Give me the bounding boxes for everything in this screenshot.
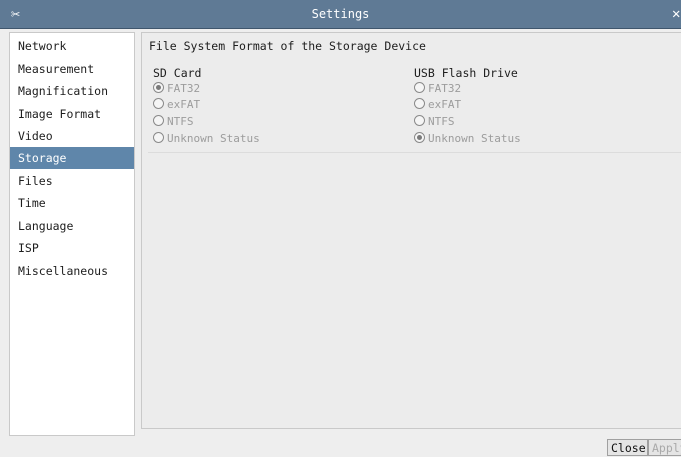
usb-drive-label: USB Flash Drive xyxy=(414,66,518,80)
sidebar-item-measurement[interactable]: Measurement xyxy=(10,58,134,80)
sidebar-item-language[interactable]: Language xyxy=(10,215,134,237)
radio-selected-icon xyxy=(414,132,425,143)
sidebar-item-files[interactable]: Files xyxy=(10,170,134,192)
sidebar-item-isp[interactable]: ISP xyxy=(10,237,134,259)
radio-icon xyxy=(153,132,164,143)
storage-panel: File System Format of the Storage Device… xyxy=(141,32,681,429)
radio-icon xyxy=(414,82,425,93)
title-bar: ✂ Settings ✕ xyxy=(0,0,681,29)
usb-option-ntfs[interactable]: NTFS xyxy=(414,114,455,130)
radio-icon xyxy=(414,115,425,126)
apply-button[interactable]: Apply xyxy=(648,439,681,456)
sidebar-item-video[interactable]: Video xyxy=(10,125,134,147)
radio-selected-icon xyxy=(153,82,164,93)
sidebar-item-storage[interactable]: Storage xyxy=(10,147,134,169)
sd-card-label: SD Card xyxy=(153,66,202,80)
panel-heading: File System Format of the Storage Device xyxy=(149,39,426,53)
sidebar-item-network[interactable]: Network xyxy=(10,35,134,57)
settings-sidebar: Network Measurement Magnification Image … xyxy=(9,32,135,436)
radio-icon xyxy=(414,98,425,109)
radio-icon xyxy=(153,98,164,109)
sd-option-ntfs[interactable]: NTFS xyxy=(153,114,194,130)
sidebar-item-magnification[interactable]: Magnification xyxy=(10,80,134,102)
radio-icon xyxy=(153,115,164,126)
sd-option-unknown[interactable]: Unknown Status xyxy=(153,131,260,147)
usb-option-fat32[interactable]: FAT32 xyxy=(414,81,461,97)
sidebar-item-time[interactable]: Time xyxy=(10,192,134,214)
sd-option-exfat[interactable]: exFAT xyxy=(153,97,200,113)
close-icon[interactable]: ✕ xyxy=(672,5,681,23)
close-button[interactable]: Close xyxy=(607,439,648,456)
sd-option-fat32[interactable]: FAT32 xyxy=(153,81,200,97)
section-divider xyxy=(148,152,681,153)
usb-option-exfat[interactable]: exFAT xyxy=(414,97,461,113)
sidebar-item-image-format[interactable]: Image Format xyxy=(10,103,134,125)
window-title: Settings xyxy=(311,7,370,21)
sidebar-item-miscellaneous[interactable]: Miscellaneous xyxy=(10,260,134,282)
usb-option-unknown[interactable]: Unknown Status xyxy=(414,131,521,147)
